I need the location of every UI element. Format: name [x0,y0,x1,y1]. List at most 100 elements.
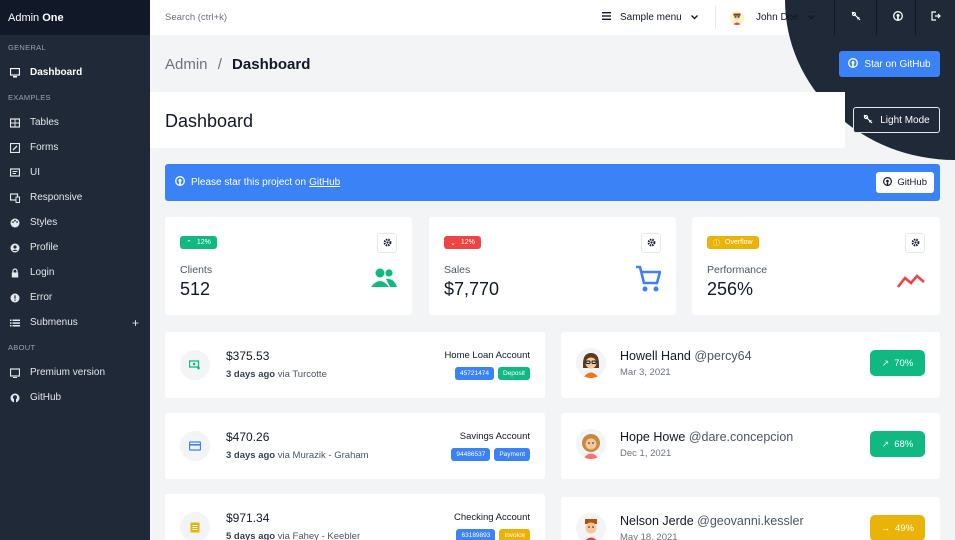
widget-label: Clients [180,264,213,276]
transaction-account: Home Loan Account [444,350,530,361]
transaction-when: 5 days ago [226,531,276,540]
sidebar-item-label: Forms [30,142,59,153]
logout-button[interactable] [915,0,955,35]
sidebar-item-login[interactable]: Login [0,260,150,285]
cart-icon [635,265,662,298]
breadcrumb-root[interactable]: Admin [165,56,208,73]
github-icon [883,176,893,189]
sidebar-item-responsive[interactable]: Responsive [0,185,150,210]
account-circle-icon [10,243,20,253]
sidebar-item-label: Responsive [30,192,83,203]
client-handle: @geovanni.kessler [697,514,804,528]
menu-icon [602,12,611,23]
widget-value: 512 [180,279,211,299]
client-name: Nelson Jerde [620,514,694,528]
github-link-button[interactable] [876,0,918,35]
transaction-type-tag: Payment [494,448,530,461]
client-progress-pill: ↗ 70% [870,350,925,376]
star-on-github-label: Star on GitHub [864,58,931,70]
client-progress: 49% [894,522,914,534]
transaction-amount: $470.26 [226,430,270,444]
expand-plus-icon[interactable]: + [132,316,139,330]
palette-icon [10,218,20,228]
theme-toggle-button[interactable] [834,0,876,35]
widget-settings-button[interactable] [641,233,661,253]
edit-square-icon [10,142,20,153]
transaction-amount: $971.34 [226,511,270,525]
star-on-github-button[interactable]: Star on GitHub [839,51,940,77]
client-name-line: Howell Hand @percy64 [620,349,752,363]
sidebar-item-tables[interactable]: Tables [0,110,150,135]
sidebar-item-dashboard[interactable]: Dashboard [0,60,150,85]
sample-menu-dropdown[interactable]: Sample menu [602,0,698,35]
client-date: Dec 1, 2021 [620,448,672,459]
widget-value: 256% [707,279,754,299]
transaction-via: via Turcotte [277,369,327,380]
trending-up-icon: ↗ [881,438,890,449]
light-mode-button[interactable]: Light Mode [853,107,940,133]
client-card: Hope Howe @dare.concepcion Dec 1, 2021 ↗… [561,413,940,479]
light-mode-label: Light Mode [880,114,930,126]
transaction-tags: 45721474 Deposit [455,367,530,380]
client-name-line: Nelson Jerde @geovanni.kessler [620,514,804,528]
sidebar-item-label: UI [30,167,40,178]
chevron-down-icon: ⌄ [450,239,456,247]
search-input[interactable] [150,12,570,23]
client-handle: @dare.concepcion [688,430,794,444]
github-icon [175,176,185,189]
sidebar-item-label: Styles [30,217,58,228]
sidebar-item-label: Tables [30,117,59,128]
responsive-icon [10,192,20,203]
sidebar-item-error[interactable]: Error [0,285,150,310]
sidebar-item-profile[interactable]: Profile [0,235,150,260]
client-name-line: Hope Howe @dare.concepcion [620,430,793,444]
notice-github-link[interactable]: GitHub [309,177,340,188]
gear-icon [383,234,392,252]
sidebar-item-github[interactable]: GitHub [0,385,150,410]
account-multiple-icon [371,267,397,294]
transaction-meta: 3 days ago via Murazik - Graham [226,450,369,461]
chevron-up-icon: ⌃ [186,239,192,247]
widget-settings-button[interactable] [377,233,397,253]
transaction-meta: 3 days ago via Turcotte [226,369,327,380]
sidebar-item-forms[interactable]: Forms [0,135,150,160]
transaction-via: via Murazik - Graham [277,450,369,461]
sidebar-item-premium[interactable]: Premium version [0,360,150,385]
trend-badge: ⌃ 12% [180,236,217,249]
user-menu-dropdown[interactable]: John Doe [730,0,815,35]
lock-icon [10,267,20,278]
user-name: John Doe [756,12,799,23]
widget-settings-button[interactable] [905,233,925,253]
widget-value: $7,770 [444,279,500,299]
transaction-amount: $375.53 [226,349,270,363]
sidebar-item-label: Premium version [30,367,106,378]
sidebar-item-styles[interactable]: Styles [0,210,150,235]
account-number-tag: 63189893 [456,529,496,540]
trend-value: 12% [196,239,211,246]
widget-sales: ⌄ 12% Sales $7,770 [429,217,676,315]
client-avatar [576,429,606,459]
github-icon [892,11,903,24]
sidebar-item-ui[interactable]: UI [0,160,150,185]
sidebar-item-submenus[interactable]: Submenus + [0,310,150,335]
transaction-tags: 94486537 Payment [451,448,530,461]
widget-clients: ⌃ 12% Clients 512 [165,217,412,315]
notice-text: Please star this project on [191,177,307,188]
notice-github-button[interactable]: GitHub [876,172,934,193]
sidebar-item-label: Error [30,292,53,303]
client-name: Hope Howe [620,430,686,444]
account-number-tag: 94486537 [451,448,491,461]
sample-menu-label: Sample menu [620,12,682,23]
client-card: Howell Hand @percy64 Mar 3, 2021 ↗ 70% [561,332,940,398]
topbar-divider [715,6,716,29]
client-progress: 70% [894,357,914,369]
chevron-down-icon [807,12,815,23]
chart-line-icon [896,273,925,294]
transaction-account: Checking Account [453,512,530,523]
brand-logo[interactable]: Admin One [0,0,150,35]
transaction-meta: 5 days ago via Fahey - Keebler [226,531,360,540]
client-name: Howell Hand [620,349,691,363]
gear-icon [911,234,920,252]
client-card: Nelson Jerde @geovanni.kessler May 18, 2… [561,497,940,540]
sidebar: Admin One GENERAL Dashboard EXAMPLES Tabl… [0,0,150,540]
